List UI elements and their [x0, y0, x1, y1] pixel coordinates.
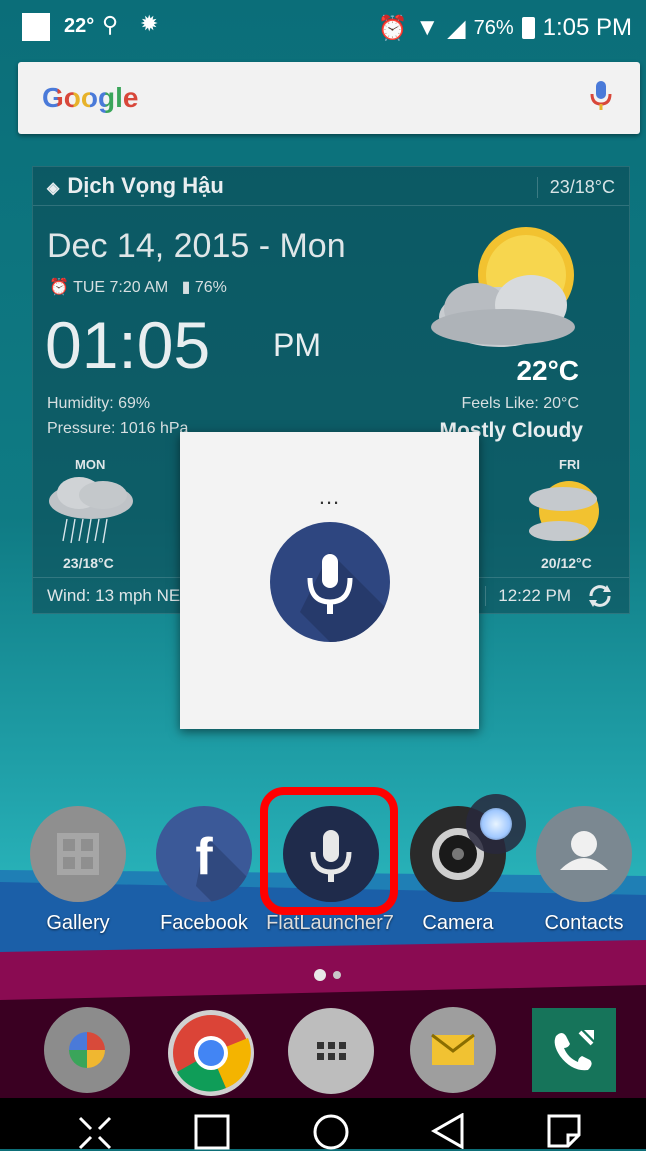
- photos-icon: [69, 1032, 105, 1068]
- contacts-app[interactable]: [536, 806, 632, 902]
- status-right: ⏰ ▼ ◢ 76% 1:05 PM: [377, 13, 632, 43]
- battery-percent: 76%: [473, 16, 514, 39]
- photos-app[interactable]: [44, 1007, 130, 1093]
- facebook-app[interactable]: f: [156, 806, 252, 902]
- app-drawer-button[interactable]: [288, 1008, 374, 1094]
- notification-icon: [22, 13, 50, 41]
- location-pin-icon: ◈: [47, 180, 60, 197]
- wifi-icon: ▼: [415, 14, 440, 41]
- back-button[interactable]: [430, 1113, 466, 1149]
- mic-icon: [300, 552, 390, 642]
- email-app[interactable]: [410, 1007, 496, 1093]
- app-label: Contacts: [544, 912, 624, 934]
- status-time: 1:05 PM: [542, 14, 632, 41]
- partly-cloudy-small-icon: [529, 481, 599, 541]
- touch-indicator: [466, 794, 526, 854]
- weather-feels-like: Feels Like: 20°C: [461, 395, 579, 412]
- weather-ampm: PM: [273, 327, 321, 363]
- svg-text:f: f: [195, 828, 213, 886]
- signal-icon: ◢: [447, 14, 466, 42]
- weather-temperature: 22°C: [516, 355, 579, 386]
- alarm-clock-icon: ⏰: [49, 279, 69, 296]
- weather-header: ◈ Dịch Vọng Hậu 23/18°C: [33, 167, 629, 206]
- rain-cloud-icon: [49, 477, 133, 544]
- weather-location-text: Dịch Vọng Hậu: [67, 173, 224, 198]
- listening-indicator: ...: [318, 484, 341, 509]
- battery-small-icon: ▮: [181, 279, 191, 296]
- collapse-icon[interactable]: [78, 1116, 112, 1150]
- phone-icon: [554, 1030, 594, 1071]
- refresh-icon[interactable]: [587, 584, 613, 613]
- google-logo-text: Google: [42, 82, 139, 113]
- forecast-day: MON: [75, 457, 106, 472]
- weather-alarm-time: TUE 7:20 AM: [73, 279, 169, 296]
- gallery-app[interactable]: [30, 806, 126, 902]
- app-label: Gallery: [46, 912, 110, 934]
- weather-clock: 01:05: [45, 308, 211, 382]
- google-logo: Google: [42, 82, 138, 114]
- highlight-box: [260, 787, 398, 915]
- weather-humidity: Humidity: 69%: [47, 395, 151, 412]
- weather-pressure: Pressure: 1016 hPa: [47, 420, 189, 437]
- home-button[interactable]: [312, 1113, 350, 1151]
- weather-location[interactable]: ◈ Dịch Vọng Hậu: [47, 173, 224, 199]
- alarm-icon: ⏰: [377, 14, 408, 42]
- app-label: Facebook: [160, 912, 248, 934]
- page-indicator: [314, 969, 341, 981]
- weather-wind: Wind: 13 mph NE: [47, 586, 181, 605]
- facebook-icon: f: [195, 828, 252, 902]
- usb-icon: ⚲: [102, 12, 119, 37]
- weather-alarm: ⏰ TUE 7:20 AM ▮ 76%: [49, 277, 227, 297]
- status-temperature: 22°: [64, 15, 95, 37]
- weather-battery: 76%: [194, 279, 227, 296]
- debug-icon: ✹: [140, 11, 159, 36]
- app-label: Camera: [422, 912, 494, 934]
- battery-icon: [521, 17, 535, 39]
- chrome-icon: [173, 1015, 251, 1092]
- status-bar: 22° ⚲ ✹ ⏰ ▼ ◢ 76% 1:05 PM: [0, 0, 646, 58]
- voice-search-dialog[interactable]: ...: [180, 432, 479, 729]
- contacts-icon: [560, 831, 608, 870]
- email-icon: [431, 1033, 475, 1065]
- phone-app[interactable]: [532, 1008, 616, 1092]
- weather-date: Dec 14, 2015 - Mon: [47, 227, 346, 265]
- weather-today-range: 23/18°C: [536, 177, 615, 198]
- chrome-app[interactable]: [168, 1010, 254, 1096]
- google-search-bar[interactable]: Google: [18, 62, 640, 134]
- notes-button[interactable]: [546, 1113, 582, 1149]
- partly-cloudy-icon: [431, 227, 575, 347]
- forecast-range: 20/12°C: [541, 555, 592, 571]
- forecast-range: 23/18°C: [63, 555, 114, 571]
- grid-icon: [317, 1042, 346, 1060]
- weather-updated: 12:22 PM: [485, 586, 571, 606]
- forecast-day: FRI: [559, 457, 580, 472]
- recents-button[interactable]: [194, 1114, 230, 1150]
- voice-mic-button[interactable]: [270, 522, 390, 642]
- mic-icon[interactable]: [588, 80, 614, 119]
- gallery-icon: [57, 833, 99, 875]
- app-label: FlatLauncher7: [266, 912, 394, 934]
- navigation-bar: [0, 1098, 646, 1151]
